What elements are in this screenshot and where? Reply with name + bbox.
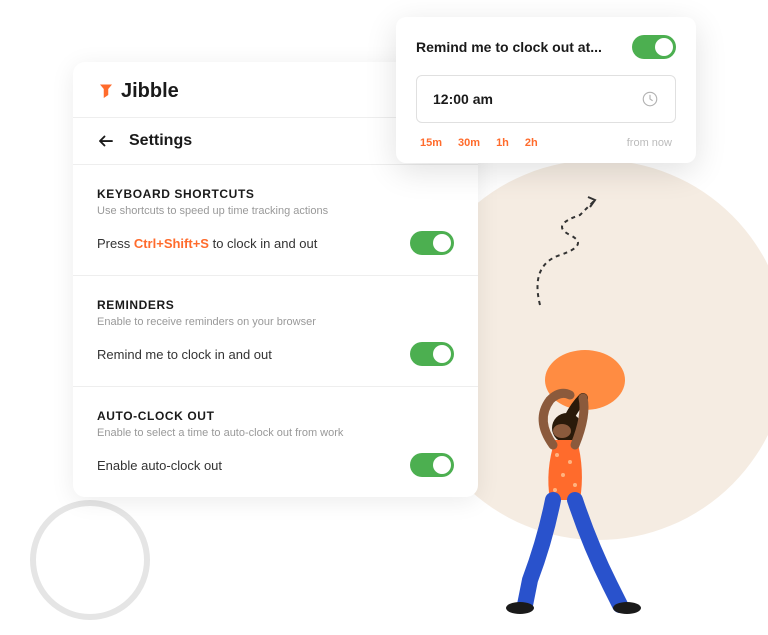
setting-row: Enable auto-clock out — [97, 453, 454, 477]
quick-1h[interactable]: 1h — [496, 137, 509, 149]
back-arrow-icon[interactable] — [97, 132, 115, 150]
time-input[interactable]: 12:00 am — [416, 75, 676, 123]
section-shortcuts: KEYBOARD SHORTCUTS Use shortcuts to spee… — [73, 165, 478, 276]
setting-label: Enable auto-clock out — [97, 458, 222, 473]
setting-label: Press Ctrl+Shift+S to clock in and out — [97, 236, 317, 251]
section-title: KEYBOARD SHORTCUTS — [97, 187, 454, 201]
keycombo: Ctrl+Shift+S — [134, 236, 209, 251]
dashed-arrow-icon — [520, 195, 620, 315]
popup-toggle[interactable] — [632, 35, 676, 59]
quick-15m[interactable]: 15m — [420, 137, 442, 149]
label-prefix: Press — [97, 236, 134, 251]
section-reminders: REMINDERS Enable to receive reminders on… — [73, 276, 478, 387]
quick-times: 15m 30m 1h 2h from now — [416, 137, 676, 149]
section-title: REMINDERS — [97, 298, 454, 312]
brand-name: Jibble — [121, 80, 179, 103]
clock-icon — [641, 90, 659, 108]
bg-circle-ring — [30, 500, 150, 620]
setting-row: Press Ctrl+Shift+S to clock in and out — [97, 231, 454, 255]
setting-row: Remind me to clock in and out — [97, 342, 454, 366]
reminders-toggle[interactable] — [410, 342, 454, 366]
quick-30m[interactable]: 30m — [458, 137, 480, 149]
autoclock-toggle[interactable] — [410, 453, 454, 477]
setting-label: Remind me to clock in and out — [97, 347, 272, 362]
jibble-logo-icon — [97, 83, 115, 101]
section-desc: Enable to receive reminders on your brow… — [97, 316, 454, 328]
quick-label: from now — [627, 137, 672, 149]
quick-2h[interactable]: 2h — [525, 137, 538, 149]
section-autoclock: AUTO-CLOCK OUT Enable to select a time t… — [73, 387, 478, 497]
section-desc: Enable to select a time to auto-clock ou… — [97, 427, 454, 439]
page-title: Settings — [129, 132, 192, 150]
person-illustration — [475, 350, 675, 620]
shortcuts-toggle[interactable] — [410, 231, 454, 255]
clockout-popup: Remind me to clock out at... 12:00 am 15… — [396, 17, 696, 163]
popup-title: Remind me to clock out at... — [416, 39, 602, 55]
section-desc: Use shortcuts to speed up time tracking … — [97, 205, 454, 217]
popup-header: Remind me to clock out at... — [416, 35, 676, 59]
time-value: 12:00 am — [433, 91, 493, 107]
label-suffix: to clock in and out — [209, 236, 317, 251]
section-title: AUTO-CLOCK OUT — [97, 409, 454, 423]
